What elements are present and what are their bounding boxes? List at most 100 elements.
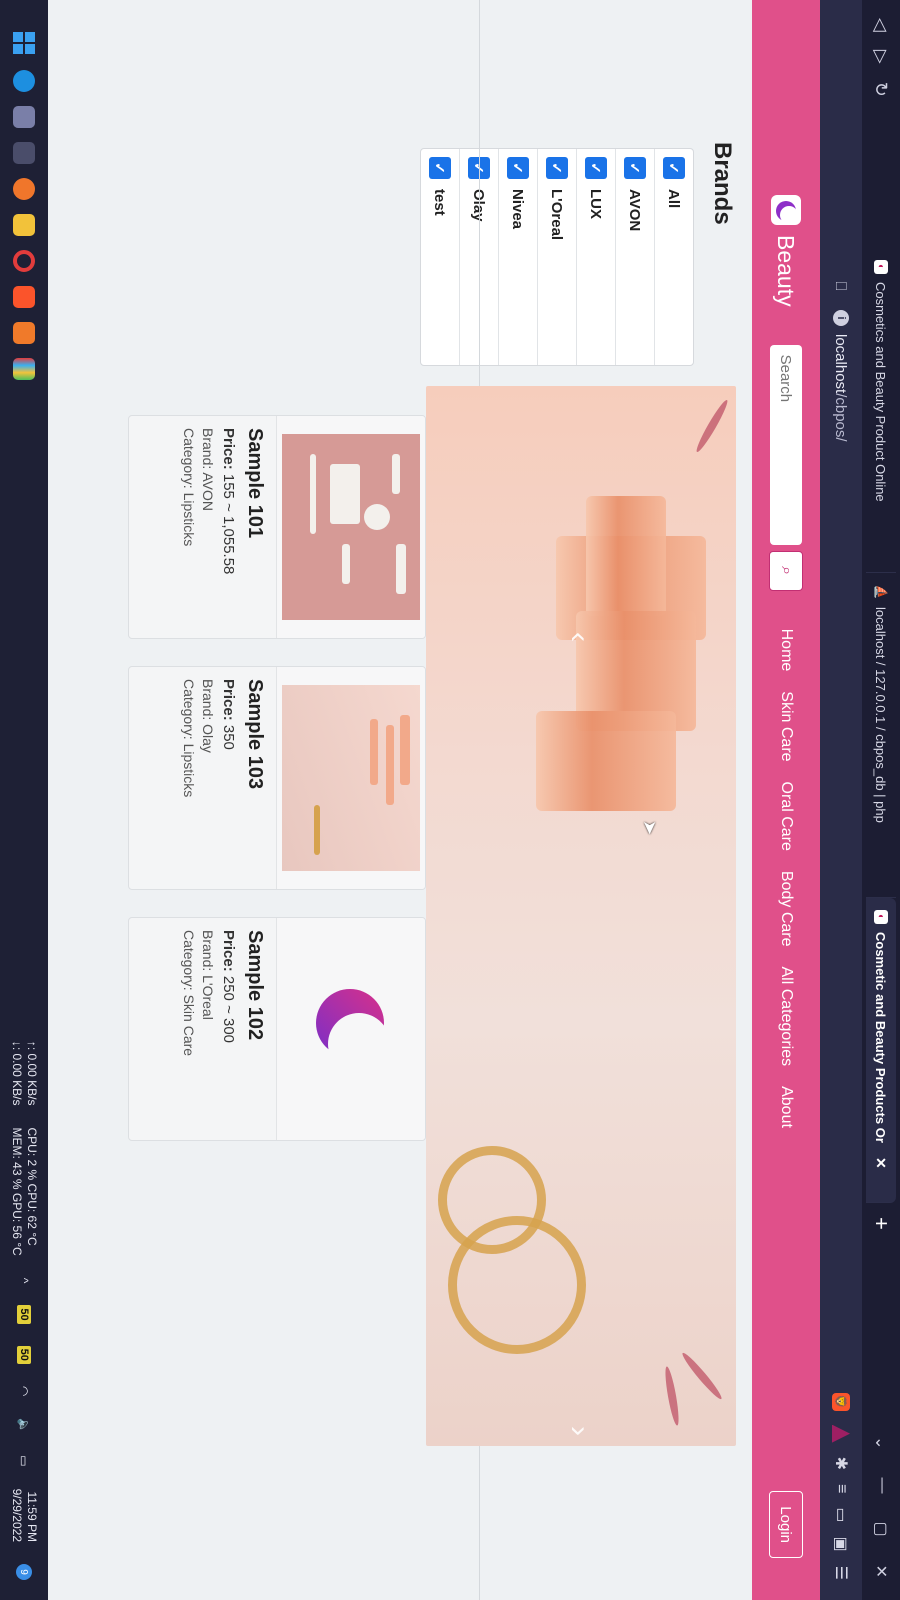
- opera-icon[interactable]: [13, 250, 35, 272]
- product-card[interactable]: Sample 103 Price: 350 Brand: Olay Catego…: [128, 666, 426, 890]
- product-category: Category: Lipsticks: [181, 428, 197, 547]
- close-window-icon[interactable]: ✕: [871, 1565, 891, 1578]
- bookmark-icon[interactable]: ⎕: [833, 270, 850, 302]
- network-speed: ↑: 0.00 KB/s ↓: 0.00 KB/s: [9, 1041, 39, 1106]
- carousel-prev-icon[interactable]: ‹: [562, 632, 596, 642]
- volume-icon[interactable]: 🔈: [17, 1418, 31, 1433]
- wallet-icon[interactable]: ▣: [831, 1537, 851, 1552]
- price-label: Price:: [220, 930, 237, 972]
- firefox-icon[interactable]: [13, 178, 35, 200]
- product-name: Sample 101: [244, 428, 266, 539]
- main-menu: Home Skin Care Oral Care Body Care All C…: [777, 629, 795, 1128]
- sidebar-icon[interactable]: ▭: [831, 1507, 851, 1522]
- file-explorer-icon[interactable]: [13, 214, 35, 236]
- banner-carousel[interactable]: ‹ ›: [426, 386, 736, 1446]
- site-info-icon[interactable]: i: [833, 310, 849, 326]
- product-category: Category: Lipsticks: [181, 679, 197, 798]
- edge-icon[interactable]: [13, 70, 35, 92]
- xampp-icon[interactable]: [13, 322, 35, 344]
- brand-item-avon[interactable]: ✓ AVON: [615, 149, 654, 365]
- menu-skin-care[interactable]: Skin Care: [777, 691, 795, 761]
- playlist-icon[interactable]: ≡: [832, 1484, 850, 1493]
- brave-shield-icon[interactable]: 🦁: [832, 1392, 850, 1411]
- checkbox-checked-icon[interactable]: ✓: [429, 157, 451, 179]
- product-image: [276, 667, 425, 889]
- app-icon[interactable]: [13, 142, 35, 164]
- net-up: ↑: 0.00 KB/s: [25, 1040, 39, 1106]
- menu-home[interactable]: Home: [777, 629, 795, 672]
- logo-icon: [771, 195, 801, 225]
- tab-title: localhost / 127.0.0.1 / cbpos_db | php: [873, 607, 889, 823]
- menu-about[interactable]: About: [777, 1086, 795, 1128]
- tab-cosmetic-products[interactable]: ◐ Cosmetic and Beauty Products Or ✕: [866, 898, 896, 1203]
- mouse-pointer-icon: ➤: [640, 820, 660, 836]
- product-name: Sample 103: [244, 679, 266, 790]
- clock-date: 9/29/2022: [10, 1488, 24, 1542]
- tab-title: Cosmetic and Beauty Products Or: [873, 932, 889, 1143]
- brand-item-lux[interactable]: ✓ LUX: [576, 149, 615, 365]
- windows-start-icon[interactable]: [13, 32, 35, 54]
- notification-badge[interactable]: 9: [16, 1564, 32, 1580]
- search-button[interactable]: ⌕: [769, 550, 803, 591]
- colorful-app-icon[interactable]: [13, 358, 35, 380]
- forward-icon[interactable]: ▷: [871, 50, 892, 64]
- checkbox-checked-icon[interactable]: ✓: [663, 157, 685, 179]
- screen: ◁ ▷ ↻ ◐ Cosmetics and Beauty Product Onl…: [0, 0, 900, 1600]
- maximize-icon[interactable]: ▢: [871, 1521, 891, 1536]
- brave-icon[interactable]: [13, 286, 35, 308]
- search-input[interactable]: [770, 344, 802, 545]
- brand-label: LUX: [587, 189, 605, 219]
- windows-taskbar: ↑: 0.00 KB/s ↓: 0.00 KB/s CPU: 2 % CPU: …: [0, 0, 48, 1600]
- menu-all-categories[interactable]: All Categories: [777, 967, 795, 1067]
- tray-badge[interactable]: 50: [17, 1345, 31, 1364]
- brand-label: test: [431, 189, 449, 216]
- brand-item-all[interactable]: ✓ All: [654, 149, 693, 365]
- back-icon[interactable]: ◁: [871, 18, 892, 32]
- close-tab-icon[interactable]: ✕: [873, 1157, 890, 1169]
- store-icon[interactable]: [13, 106, 35, 128]
- system-tray: ↑: 0.00 KB/s ↓: 0.00 KB/s CPU: 2 % CPU: …: [9, 1041, 39, 1600]
- checkbox-checked-icon[interactable]: ✓: [624, 157, 646, 179]
- url-field[interactable]: i localhost/cbpos/: [827, 310, 855, 442]
- price-label: Price:: [220, 679, 237, 721]
- tray-badge[interactable]: 50: [17, 1305, 31, 1324]
- checkbox-checked-icon[interactable]: ✓: [546, 157, 568, 179]
- brave-rewards-icon[interactable]: [832, 1425, 850, 1443]
- checkbox-checked-icon[interactable]: ✓: [585, 157, 607, 179]
- checkbox-checked-icon[interactable]: ✓: [507, 157, 529, 179]
- minimize-icon[interactable]: —: [871, 1477, 891, 1493]
- brand-item-test[interactable]: ✓ test: [421, 149, 459, 365]
- product-name: Sample 102: [244, 930, 266, 1041]
- banner-product-image: [536, 711, 676, 811]
- menu-icon[interactable]: ☰: [831, 1566, 851, 1580]
- extensions-icon[interactable]: ✱: [831, 1457, 851, 1470]
- wifi-icon[interactable]: ◠: [17, 1386, 31, 1396]
- page-viewport: Beauty ⌕ Home Skin Care Oral Care Body C…: [48, 0, 820, 1600]
- product-price: 250 ~ 300: [220, 975, 237, 1044]
- tab-cosmetics-online[interactable]: ◐ Cosmetics and Beauty Product Online: [866, 248, 896, 573]
- product-card[interactable]: Sample 101 Price: 155 ~ 1,055.58 Brand: …: [128, 415, 426, 639]
- window-controls: ⌄ — ▢ ✕: [871, 1436, 891, 1600]
- clock[interactable]: 11:59 PM 9/29/2022: [9, 1489, 39, 1542]
- address-bar: ⎕ i localhost/cbpos/ 🦁 ✱ ≡ ▭ ▣ ☰: [820, 0, 862, 1600]
- brand-item-loreal[interactable]: ✓ L'Oreal: [537, 149, 576, 365]
- chevron-down-icon[interactable]: ⌄: [871, 1436, 891, 1449]
- product-brand: Brand: AVON: [200, 428, 216, 512]
- tab-phpmyadmin[interactable]: ⛵ localhost / 127.0.0.1 / cbpos_db | php: [866, 573, 896, 898]
- product-image: [276, 918, 425, 1140]
- banner-leaf: [662, 1365, 682, 1427]
- site-favicon-icon: ◐: [874, 260, 888, 274]
- product-card[interactable]: Sample 102 Price: 250 ~ 300 Brand: L'Ore…: [128, 917, 426, 1141]
- carousel-next-icon[interactable]: ›: [562, 1426, 596, 1436]
- reload-icon[interactable]: ↻: [871, 82, 892, 97]
- chevron-up-icon[interactable]: ^: [17, 1278, 31, 1284]
- product-category: Category: Skin Care: [181, 930, 197, 1057]
- login-button[interactable]: Login: [769, 1491, 803, 1558]
- menu-body-care[interactable]: Body Care: [777, 871, 795, 947]
- menu-oral-care[interactable]: Oral Care: [777, 782, 795, 851]
- brand-item-nivea[interactable]: ✓ Nivea: [498, 149, 537, 365]
- site-logo[interactable]: Beauty: [771, 195, 801, 307]
- new-tab-button[interactable]: +: [868, 1203, 894, 1244]
- battery-icon[interactable]: ▭: [17, 1455, 31, 1466]
- extensions-area: 🦁 ✱ ≡ ▭ ▣ ☰: [831, 1392, 851, 1600]
